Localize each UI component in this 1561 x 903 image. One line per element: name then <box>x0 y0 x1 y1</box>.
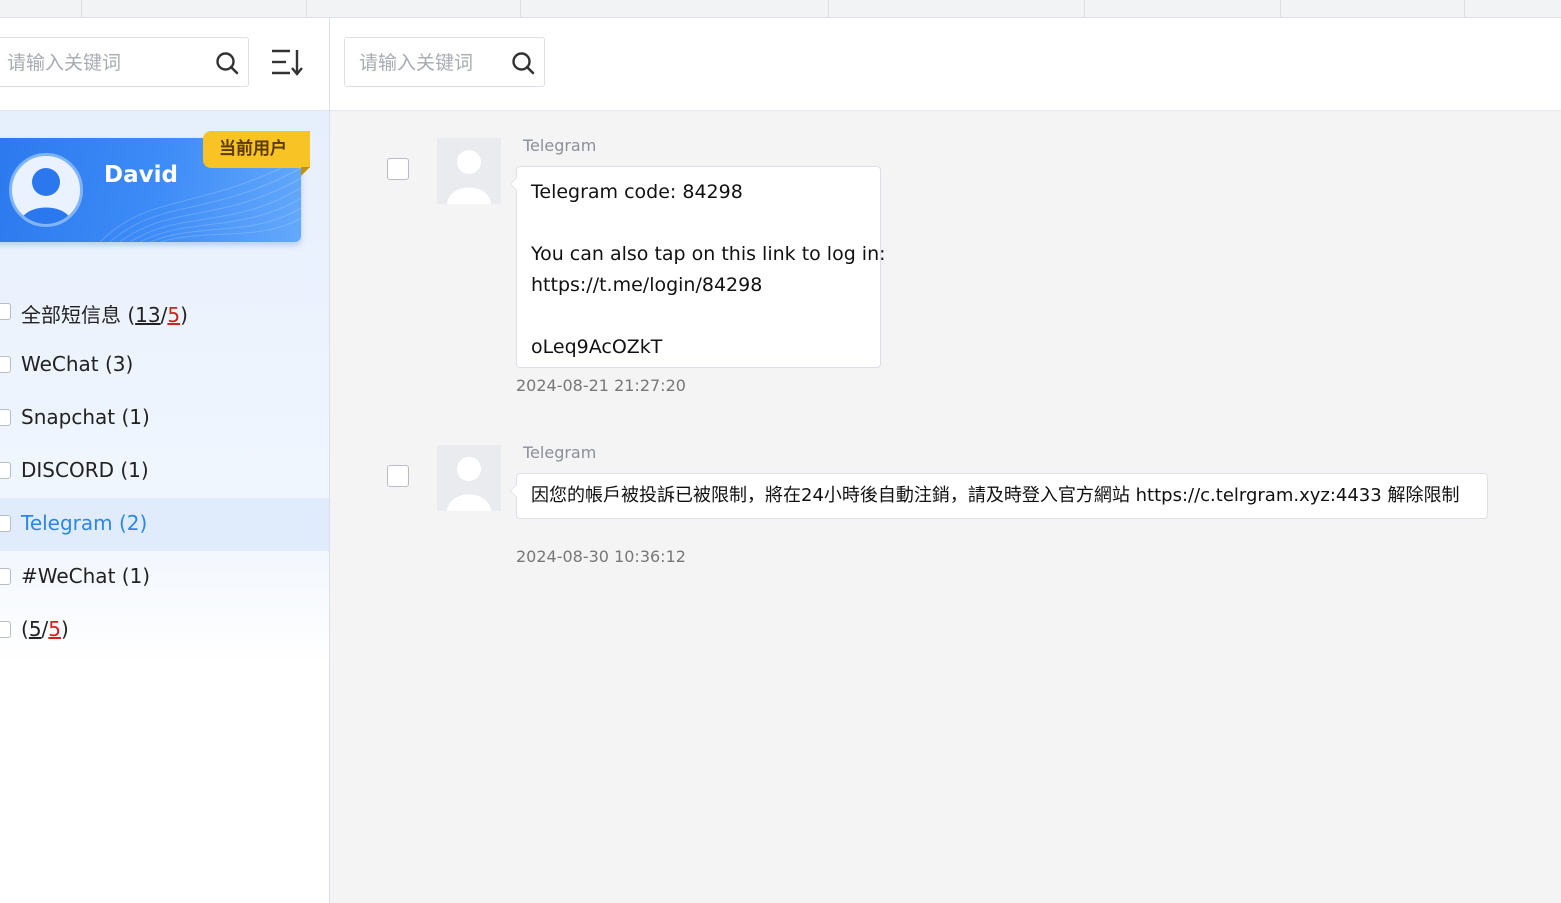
user-name: David <box>104 162 178 188</box>
item-checkbox[interactable] <box>0 621 11 638</box>
item-checkbox[interactable] <box>0 515 11 532</box>
sidebar-item-label: DISCORD (1) <box>21 458 149 482</box>
item-label-text: 全部短信息 <box>21 303 121 327</box>
message-bubble[interactable]: 因您的帳戶被投訴已被限制，將在24小時後自動注銷，請及時登入官方網站 https… <box>510 473 1488 519</box>
item-checkbox[interactable] <box>0 409 11 426</box>
message-line: Telegram code: 84298 <box>531 181 743 203</box>
sidebar-item-label: WeChat (3) <box>21 352 134 376</box>
sidebar-body: David 当前用户 全部短信息 (13/5) WeChat (3) Snapc… <box>0 111 329 903</box>
current-user-badge: 当前用户 <box>203 131 310 168</box>
count-total: 13 <box>135 303 161 327</box>
sidebar-item-hash-wechat[interactable]: #WeChat (1) <box>0 551 329 604</box>
item-checkbox[interactable] <box>0 568 11 585</box>
message-line: https://t.me/login/84298 <box>531 274 763 296</box>
sidebar-toolbar <box>0 18 329 111</box>
message-line: 因您的帳戶被投訴已被限制，將在24小時後自動注銷，請及時登入官方網站 https… <box>531 485 1460 506</box>
message-search-input[interactable] <box>357 38 511 88</box>
message-line <box>531 301 866 332</box>
tab-divider <box>1084 0 1085 17</box>
message-sender: Telegram <box>523 136 597 155</box>
message-timestamp: 2024-08-21 21:27:20 <box>516 376 686 395</box>
tab-divider <box>1464 0 1465 17</box>
tab-divider <box>828 0 829 17</box>
sidebar-item-label: Telegram (2) <box>21 511 148 535</box>
tab-divider <box>520 0 521 17</box>
sidebar-item-label: Snapchat (1) <box>21 405 150 429</box>
sidebar-search-input[interactable] <box>5 38 209 88</box>
sort-descending-icon[interactable] <box>270 48 304 80</box>
message-search-box <box>344 37 545 88</box>
badge-fold <box>301 167 310 176</box>
sidebar-item-wechat[interactable]: WeChat (3) <box>0 339 329 392</box>
message-line <box>531 208 866 239</box>
item-checkbox[interactable] <box>0 356 11 373</box>
sidebar-item-all-messages[interactable]: 全部短信息 (13/5) <box>0 286 329 339</box>
item-checkbox[interactable] <box>0 462 11 479</box>
message-panel: Telegram Telegram code: 84298 You can al… <box>330 18 1561 903</box>
sidebar-item-snapchat[interactable]: Snapchat (1) <box>0 392 329 445</box>
sidebar-search-box <box>0 37 249 88</box>
message-line: You can also tap on this link to log in: <box>531 243 886 265</box>
sidebar: David 当前用户 全部短信息 (13/5) WeChat (3) Snapc… <box>0 18 330 903</box>
sidebar-item-label: 全部短信息 (13/5) <box>21 303 188 327</box>
sidebar-item-discord[interactable]: DISCORD (1) <box>0 445 329 498</box>
sidebar-item-label: #WeChat (1) <box>21 564 151 588</box>
message-checkbox[interactable] <box>387 158 409 180</box>
message-timestamp: 2024-08-30 10:36:12 <box>516 547 686 566</box>
user-avatar-icon <box>9 153 83 227</box>
search-icon[interactable] <box>215 51 239 75</box>
tab-divider <box>306 0 307 17</box>
count-total: 5 <box>28 617 42 641</box>
item-checkbox[interactable] <box>0 303 11 320</box>
message-sender: Telegram <box>523 443 597 462</box>
top-tab-strip <box>0 0 1561 18</box>
sidebar-item-label: (5/5) <box>21 617 69 641</box>
placeholder-avatar-icon <box>437 445 501 511</box>
message-toolbar <box>330 18 1561 111</box>
tab-divider <box>1280 0 1281 17</box>
search-icon[interactable] <box>511 51 535 75</box>
placeholder-avatar-icon <box>437 138 501 204</box>
count-unread: 5 <box>48 617 62 641</box>
message-line: oLeq9AcOZkT <box>531 336 663 358</box>
message-bubble[interactable]: Telegram code: 84298 You can also tap on… <box>510 166 886 368</box>
tab-divider <box>81 0 82 17</box>
sidebar-item-unnamed[interactable]: (5/5) <box>0 604 329 657</box>
message-checkbox[interactable] <box>387 465 409 487</box>
count-unread: 5 <box>167 303 181 327</box>
sidebar-item-telegram[interactable]: Telegram (2) <box>0 498 329 551</box>
